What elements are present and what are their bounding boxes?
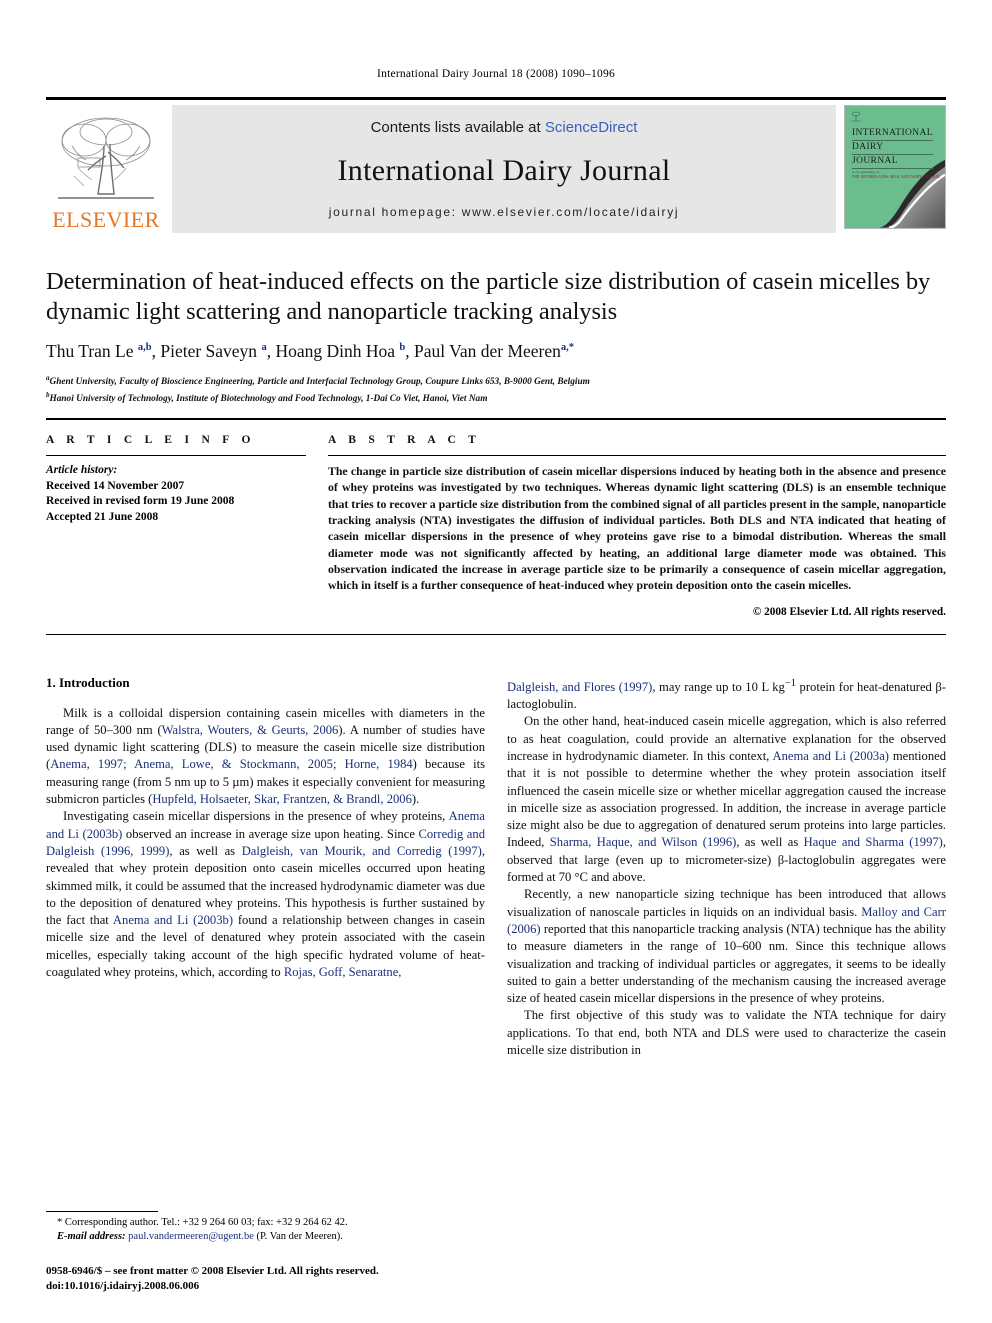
journal-masthead: ELSEVIER Contents lists available at Sci… (46, 97, 946, 233)
footnote-rule (46, 1211, 158, 1212)
paragraph: Dalgleish, and Flores (1997), may range … (507, 677, 946, 712)
masthead-center-panel: Contents lists available at ScienceDirec… (172, 105, 836, 233)
cover-line-1: INTERNATIONAL (852, 127, 933, 141)
cover-line-3: JOURNAL (852, 155, 933, 169)
article-info-heading: A R T I C L E I N F O (46, 434, 256, 447)
title-divider (46, 418, 946, 421)
email-label: E-mail address: (57, 1231, 126, 1242)
abstract-copyright: © 2008 Elsevier Ltd. All rights reserved… (752, 605, 946, 618)
email-link[interactable]: paul.vandermeeren@ugent.be (128, 1231, 254, 1242)
journal-article-page: International Dairy Journal 18 (2008) 10… (0, 0, 992, 1323)
paragraph: Investigating casein micellar dispersion… (46, 809, 485, 980)
abstract-text: The change in particle size distribution… (328, 464, 946, 593)
paragraph: Milk is a colloidal dispersion containin… (46, 705, 485, 807)
abstract-heading: A B S T R A C T (328, 434, 481, 447)
email-note: E-mail address: paul.vandermeeren@ugent.… (46, 1230, 486, 1244)
affiliation-text-a: Ghent University, Faculty of Bioscience … (49, 377, 590, 388)
paragraph: Recently, a new nanoparticle sizing tech… (507, 887, 946, 1006)
cover-subtitle: A co-operating of THE NETHERLANDS MILK A… (852, 170, 941, 180)
cover-elsevier-mark-icon (851, 111, 861, 122)
sciencedirect-link[interactable]: ScienceDirect (545, 119, 638, 136)
abstract-rule (328, 455, 946, 457)
history-received: Received 14 November 2007 (46, 479, 185, 492)
running-head: International Dairy Journal 18 (2008) 10… (377, 68, 615, 80)
elsevier-wordmark: ELSEVIER (52, 207, 160, 232)
title-block: Determination of heat-induced effects on… (46, 267, 946, 406)
contents-available-line: Contents lists available at ScienceDirec… (371, 119, 638, 136)
article-title: Determination of heat-induced effects on… (46, 268, 931, 325)
elsevier-tree-icon (58, 117, 154, 199)
paragraph: The first objective of this study was to… (507, 1008, 946, 1057)
article-info-rule (46, 455, 306, 457)
history-accepted: Accepted 21 June 2008 (46, 510, 159, 523)
affiliation-a: aGhent University, Faculty of Bioscience… (46, 372, 946, 389)
section-heading-introduction: 1. Introduction (46, 674, 130, 690)
journal-cover-thumbnail: INTERNATIONAL DAIRY JOURNAL A co-operati… (844, 105, 946, 229)
journal-title: International Dairy Journal (337, 153, 671, 187)
affiliations: aGhent University, Faculty of Bioscience… (46, 372, 946, 406)
paragraph: On the other hand, heat-induced casein m… (507, 714, 947, 885)
abstract-divider (46, 633, 946, 635)
corresponding-author-note: * Corresponding author. Tel.: +32 9 264 … (57, 1217, 348, 1228)
contents-prefix: Contents lists available at (370, 119, 545, 136)
cover-sub-body: THE NETHERLANDS MILK AND DAIRY JOURNAL (852, 175, 941, 179)
issn-line: 0958-6946/$ – see front matter © 2008 El… (46, 1265, 379, 1277)
abstract-column: A B S T R A C T The change in particle s… (328, 434, 946, 618)
elsevier-logo: ELSEVIER (46, 105, 166, 233)
affiliation-b: bHanoi University of Technology, Institu… (46, 389, 946, 406)
issn-copyright-block: 0958-6946/$ – see front matter © 2008 El… (46, 1264, 486, 1293)
body-column-right: Dalgleish, and Flores (1997), may range … (507, 675, 946, 1060)
author-list: Thu Tran Le a,b, Pieter Saveyn a, Hoang … (46, 341, 575, 361)
cover-title-lines: INTERNATIONAL DAIRY JOURNAL (852, 127, 933, 169)
history-revised: Received in revised form 19 June 2008 (46, 495, 235, 508)
page-footnote: * Corresponding author. Tel.: +32 9 264 … (46, 1211, 486, 1293)
doi-line: doi:10.1016/j.idairyj.2008.06.006 (46, 1279, 200, 1292)
article-history-label: Article history: (46, 464, 118, 477)
info-abstract-region: A R T I C L E I N F O Article history: R… (46, 434, 946, 618)
affiliation-text-b: Hanoi University of Technology, Institut… (49, 394, 488, 405)
body-columns: 1. Introduction Milk is a colloidal disp… (46, 675, 946, 1060)
email-owner: (P. Van der Meeren). (256, 1231, 343, 1242)
journal-homepage-link[interactable]: journal homepage: www.elsevier.com/locat… (329, 205, 679, 219)
article-info-column: A R T I C L E I N F O Article history: R… (46, 434, 306, 617)
cover-line-2: DAIRY (852, 141, 933, 155)
body-column-left: 1. Introduction Milk is a colloidal disp… (46, 675, 485, 1060)
